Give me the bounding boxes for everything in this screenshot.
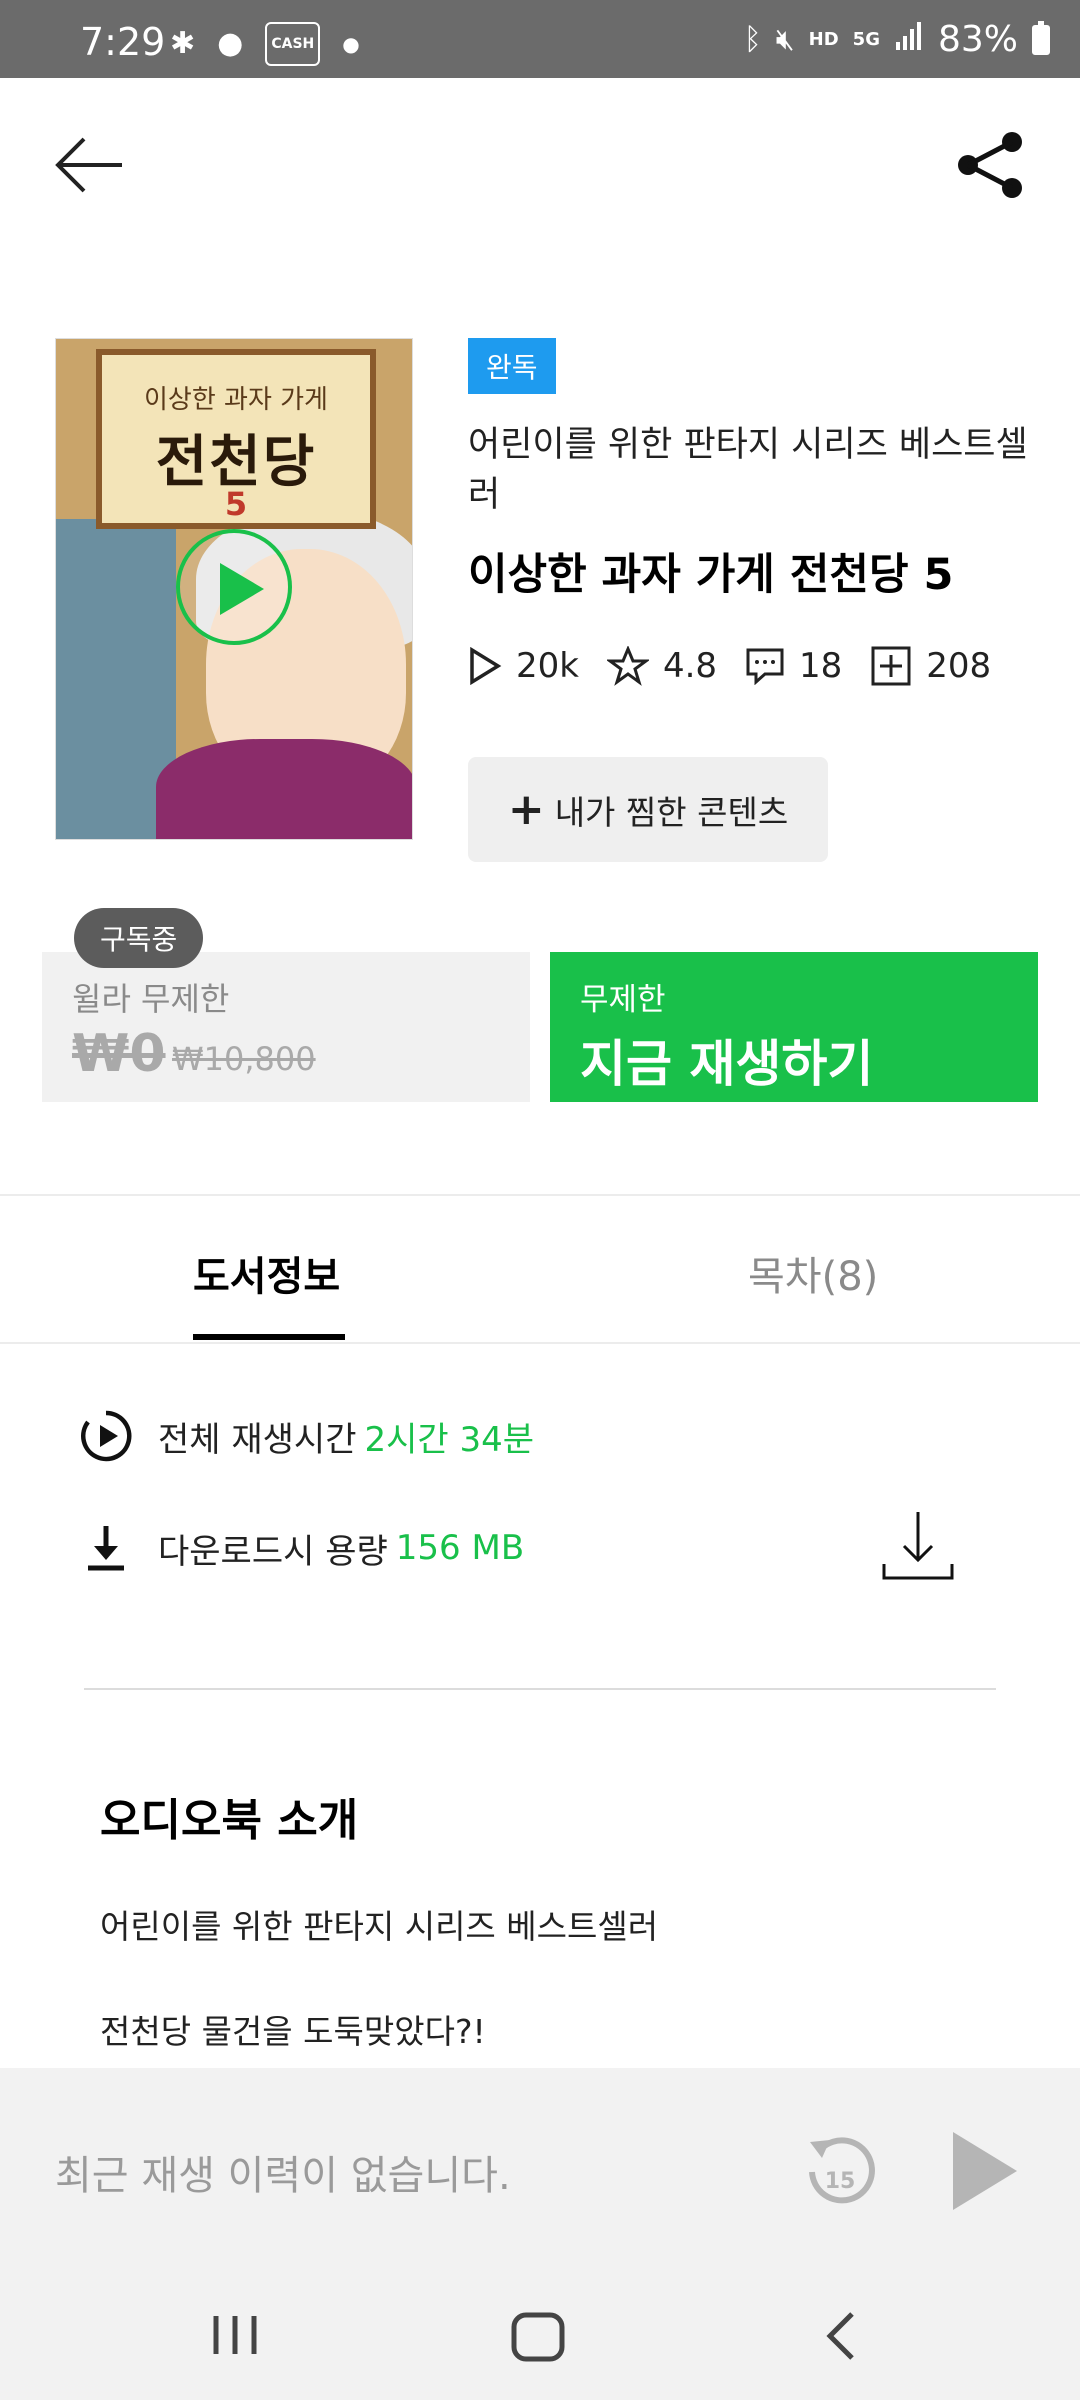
subscribed-badge: 구독중 [74,908,204,968]
battery-icon [1032,20,1050,55]
player-play-button[interactable] [945,2126,1025,2216]
comment-stat: 18 [745,646,842,686]
download-icon [882,1512,954,1580]
price-now: ₩0 [72,1024,166,1084]
cover-title-plate: 이상한 과자 가게 전천당 5 [96,349,376,529]
added-stat: 208 [870,645,991,687]
complete-badge: 완독 [468,338,556,394]
no-history-text: 최근 재생 이력이 없습니다. [55,2153,511,2199]
intro-text-line: 전천당 물건을 도둑맞았다?! [100,2012,486,2051]
intro-text-line: 어린이를 위한 판타지 시리즈 베스트셀러 [100,1907,659,1946]
download-size-value: 156 MB [395,1528,525,1568]
chat-bubble-icon: ● [217,26,244,61]
battery-percent: 83% [937,18,1018,60]
cash-icon: CASH [265,22,321,66]
share-icon [958,132,1022,198]
add-to-wishlist-button[interactable]: + 내가 찜한 콘텐츠 [468,757,828,862]
5g-icon: 5G [852,28,880,50]
price-original: ₩10,800 [172,1040,316,1078]
play-count-stat: 20k [468,646,579,686]
cover-volume: 5 [224,485,248,523]
tab-table-of-contents[interactable]: 목차(8) [748,1244,878,1302]
tab-bar: 도서정보 목차(8) [0,1196,1080,1344]
recent-apps-icon [213,2316,257,2354]
cover-robe [156,739,412,839]
comment-count: 18 [799,646,843,686]
chevron-left-icon [826,2312,854,2360]
download-button[interactable] [880,1508,956,1584]
cover-play-icon[interactable] [176,529,292,645]
hd-voice-icon: HD [808,28,839,50]
rewind-15-button[interactable]: 15 [800,2126,880,2216]
rewind-seconds: 15 [825,2169,856,2194]
tab-book-info[interactable]: 도서정보 [193,1244,340,1302]
mute-icon: 🔇︎ [775,21,795,57]
cover-small-title: 이상한 과자 가게 [144,385,328,415]
comment-icon [746,648,784,685]
plus-icon: + [507,784,545,835]
pinwheel-icon: ✱ [170,26,196,61]
intro-heading: 오디오북 소개 [100,1795,359,1846]
book-title: 이상한 과자 가게 전천당 5 [468,550,954,600]
recent-apps-button[interactable] [210,2310,260,2364]
total-time-label: 전체 재생시간 [158,1419,357,1460]
play-now-button[interactable]: 무제한 지금 재생하기 [550,952,1038,1102]
home-icon [511,2312,565,2362]
total-time-value: 2시간 34분 [364,1419,535,1460]
play-now-label: 지금 재생하기 [580,1035,874,1093]
app-bar [0,78,1080,248]
home-button[interactable] [510,2312,566,2366]
rewind-15-icon: 15 [809,2137,875,2204]
arrow-left-icon [55,137,122,193]
monthly-plan-box[interactable]: 윌라 무제한 ₩0 ₩10,800 [42,952,530,1102]
play-outline-icon [470,647,502,685]
download-size-label: 다운로드시 용량 [158,1531,388,1572]
download-small-icon [88,1526,124,1571]
mini-player: 최근 재생 이력이 없습니다. 15 [0,2068,1080,2268]
total-time-row: 전체 재생시간 2시간 34분 [78,1408,534,1464]
status-time: 7:29 [80,20,166,64]
star-icon [606,646,649,686]
plus-box-icon [871,646,911,686]
content-divider [84,1688,996,1690]
play-icon [953,2132,1017,2210]
book-stats: 20k 4.8 18 208 [468,645,1019,687]
status-bar: 7:29 ✱ ● CASH ● ᛒ 🔇︎ HD 5G 83% [0,0,1080,78]
book-subtitle: 어린이를 위한 판타지 시리즈 베스트셀러 [468,425,1028,515]
download-size-row: 다운로드시 용량 156 MB [78,1520,524,1576]
unlimited-label: 무제한 [580,982,666,1018]
rating-value: 4.8 [662,646,718,686]
nav-back-button[interactable] [820,2308,860,2368]
share-button[interactable] [950,130,1030,200]
rating-stat: 4.8 [606,646,718,686]
system-nav-bar [0,2268,1080,2400]
monthly-plan-label: 윌라 무제한 [72,980,230,1018]
wishlist-label: 내가 찜한 콘텐츠 [554,792,789,832]
active-tab-indicator [193,1334,345,1340]
bluetooth-icon: ᛒ [743,21,762,57]
play-circle-icon [81,1410,132,1462]
back-button[interactable] [50,130,130,200]
added-count: 208 [926,646,992,686]
signal-icon [894,20,924,59]
book-cover[interactable]: 이상한 과자 가게 전천당 5 [55,338,413,840]
dot-icon: ● [342,32,360,56]
play-count: 20k [516,646,579,686]
